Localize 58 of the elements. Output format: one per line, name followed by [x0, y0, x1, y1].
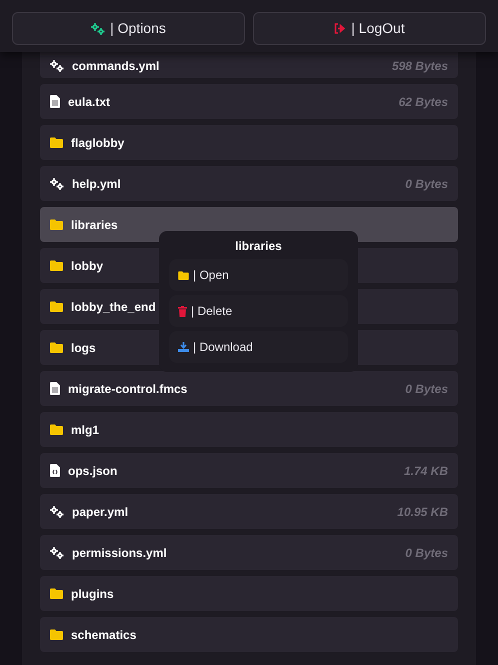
file-name: lobby_the_end — [71, 298, 156, 316]
file-row[interactable]: plugins — [40, 576, 458, 611]
folder-icon — [178, 270, 189, 280]
gears-icon — [50, 506, 64, 518]
trash-icon — [178, 306, 187, 316]
delete-menu-item[interactable]: | Delete — [169, 295, 348, 327]
logout-icon — [334, 23, 346, 34]
file-name: paper.yml — [72, 504, 128, 520]
download-icon — [178, 342, 189, 352]
file-row[interactable]: flaglobby — [40, 125, 458, 160]
file-name: lobby — [71, 258, 103, 274]
file-name: schematics — [71, 626, 136, 644]
folder-icon — [50, 260, 63, 271]
options-button[interactable]: | Options — [12, 12, 245, 45]
file-row[interactable]: permissions.yml 0 Bytes — [40, 535, 458, 570]
gears-icon — [50, 546, 64, 558]
folder-icon — [50, 424, 63, 435]
file-name: flaglobby — [71, 134, 124, 152]
file-row[interactable]: paper.yml 10.95 KB — [40, 494, 458, 529]
code-file-icon — [50, 464, 60, 477]
file-name: help.yml — [72, 176, 121, 192]
gears-icon — [50, 60, 64, 72]
file-name: eula.txt — [68, 94, 110, 110]
file-name: commands.yml — [72, 58, 160, 75]
file-size: 598 Bytes — [392, 58, 448, 75]
file-name: migrate-control.fmcs — [68, 380, 188, 398]
file-row[interactable]: help.yml 0 Bytes — [40, 166, 458, 201]
file-name: plugins — [71, 586, 114, 602]
file-size: 0 Bytes — [405, 544, 448, 562]
open-menu-item[interactable]: | Open — [169, 259, 348, 291]
file-size: 1.74 KB — [404, 462, 448, 480]
folder-icon — [50, 137, 63, 148]
file-name: ops.json — [68, 462, 118, 480]
file-name: logs — [71, 340, 96, 356]
file-size: 62 Bytes — [398, 94, 448, 110]
file-name: permissions.yml — [72, 544, 167, 562]
file-row[interactable]: eula.txt 62 Bytes — [40, 84, 458, 119]
document-icon — [50, 382, 60, 395]
file-size: 10.95 KB — [397, 504, 448, 520]
folder-icon — [50, 219, 63, 230]
file-name: mlg1 — [71, 422, 100, 438]
file-row[interactable]: mlg1 — [40, 412, 458, 447]
folder-icon — [50, 629, 63, 640]
file-size: 0 Bytes — [405, 176, 448, 192]
gears-icon — [91, 22, 106, 34]
file-row[interactable]: migrate-control.fmcs 0 Bytes — [40, 371, 458, 406]
file-row[interactable]: commands.yml 598 Bytes — [40, 52, 458, 78]
gears-icon — [50, 178, 64, 190]
folder-icon — [50, 588, 63, 599]
document-icon — [50, 95, 60, 108]
file-size: 0 Bytes — [405, 380, 448, 398]
download-menu-item[interactable]: | Download — [169, 331, 348, 363]
folder-icon — [50, 342, 63, 353]
file-name: libraries — [71, 216, 118, 234]
folder-icon — [50, 301, 63, 312]
file-row[interactable]: schematics — [40, 617, 458, 652]
logout-button[interactable]: | LogOut — [253, 12, 486, 45]
file-row[interactable]: ops.json 1.74 KB — [40, 453, 458, 488]
